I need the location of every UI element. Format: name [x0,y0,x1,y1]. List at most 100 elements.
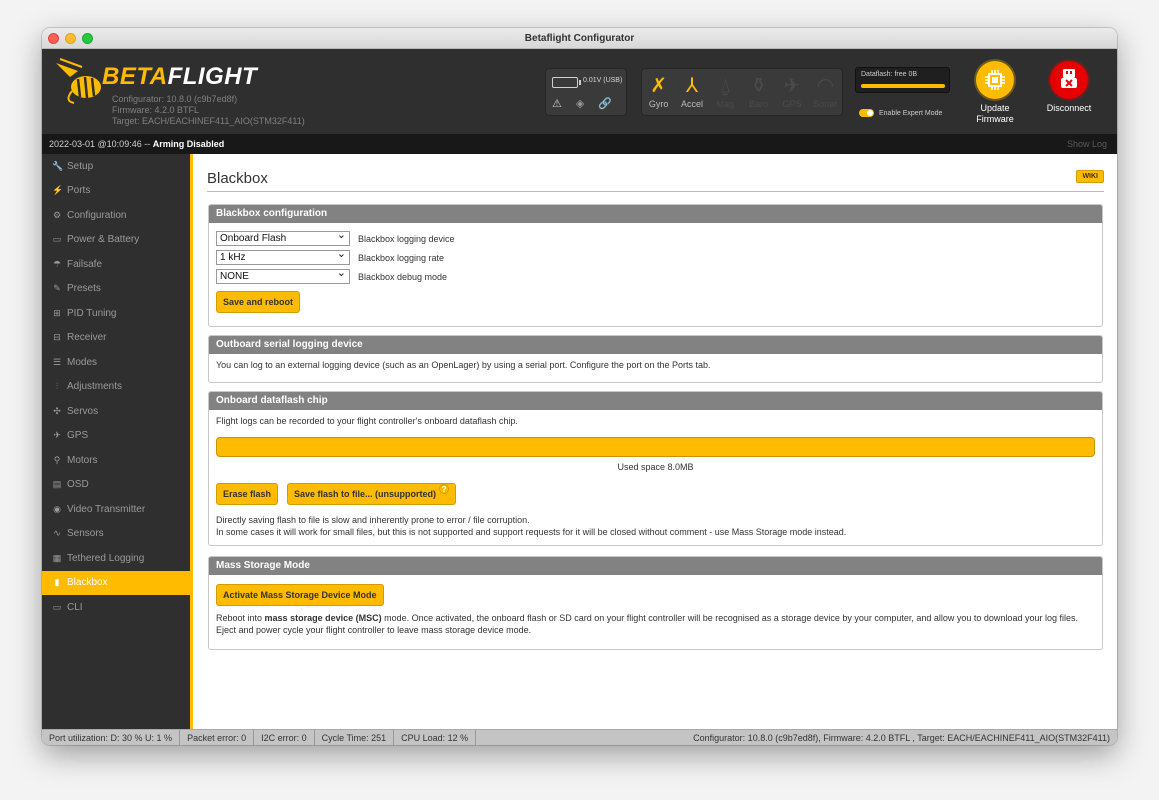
sidebar-item-configuration[interactable]: ⚙ Configuration [42,203,190,228]
logging-rate-label: Blackbox logging rate [358,252,445,263]
brand-name: BETAFLIGHT [102,63,257,91]
sidebar-item-adjustments[interactable]: ⫶ Adjustments [42,375,190,400]
dataflash-indicator: Dataflash: free 0B [855,67,950,93]
sidebar-item-label: CLI [67,601,83,613]
logging-device-select[interactable]: Onboard Flash [216,229,350,246]
cycle-time: Cycle Time: 251 [315,730,395,745]
dataflash-panel: Onboard dataflash chip Flight logs can b… [208,391,1103,546]
version-string: Configurator: 10.8.0 (c9b7ed8f), Firmwar… [693,733,1110,743]
sidebar-item-modes[interactable]: ☰ Modes [42,350,190,375]
sidebar-item-power-battery[interactable]: ▭ Power & Battery [42,228,190,253]
debug-mode-select[interactable]: NONE [216,267,350,284]
window-title: Betaflight Configurator [524,32,635,44]
sidebar-item-label: Configuration [67,209,127,221]
sensor-sonar: ◠ Sonar [810,73,840,109]
wiki-button[interactable]: WIKI [1076,170,1104,183]
flash-note-2: In some cases it will work for small fil… [216,527,847,537]
sidebar-item-label: Sensors [67,528,104,540]
sidebar-item-label: Receiver [67,332,107,344]
debug-mode-row: NONE Blackbox debug mode [216,267,1095,286]
minimize-window-button[interactable] [65,33,76,44]
close-window-button[interactable] [48,33,59,44]
main-content: Blackbox WIKI Blackbox configuration Onb… [190,154,1117,729]
activate-msc-button[interactable]: Activate Mass Storage Device Mode [216,584,384,606]
chip-icon [976,61,1014,99]
sensor-gps: ✈ GPS [777,73,807,109]
sidebar-item-sensors[interactable]: ∿ Sensors [42,522,190,547]
target-board: Target: EACH/EACHINEF411_AIO(STM32F411) [112,116,305,126]
sidebar-item-failsafe[interactable]: ☂ Failsafe [42,252,190,277]
accel-icon: ⅄ [685,75,699,97]
sidebar-item-video-transmitter[interactable]: ◉ Video Transmitter [42,497,190,522]
msc-text-bold: mass storage device (MSC) [264,613,382,623]
servo-icon: ✣ [53,405,61,416]
wrench-icon: 🔧 [52,160,64,171]
link-icon: 🔗 [598,98,613,110]
port-utilization: Port utilization: D: 30 % U: 1 % [42,730,181,745]
sidebar-item-label: Tethered Logging [67,552,145,564]
sidebar-item-blackbox[interactable]: ▮ Blackbox [42,570,190,595]
sensor-label: Sonar [813,99,838,109]
parachute-icon: ☂ [52,258,62,269]
panel-header: Outboard serial logging device [209,336,1102,354]
status-icons: ⚠ ◈ 🔗 [552,97,612,110]
maximize-window-button[interactable] [82,33,93,44]
mass-storage-panel: Mass Storage Mode Activate Mass Storage … [208,556,1103,650]
update-label-1: Update [980,103,1010,113]
sidebar-item-label: Servos [67,405,99,417]
dataflash-usage-bar [861,84,945,88]
sidebar-item-osd[interactable]: ▤ OSD [42,473,190,498]
blackbox-config-panel: Blackbox configuration Onboard Flash Bla… [208,204,1103,327]
panel-header: Blackbox configuration [209,205,1102,223]
toggle-switch[interactable] [859,109,874,117]
sensor-indicators: ✗ Gyro ⅄ Accel ⍙ Mag ⚱ Baro ✈ GPS ◠ Sonar [641,68,843,116]
sidebar-item-cli[interactable]: ▭ CLI [42,595,190,620]
version-info: Configurator: 10.8.0 (c9b7ed8f) Firmware… [112,94,305,127]
motor-icon: ⚲ [53,454,61,465]
update-label-2: Firmware [976,114,1014,124]
save-and-reboot-button[interactable]: Save and reboot [216,291,301,313]
dataflash-label: Dataflash: free 0B [861,71,918,78]
pulse-icon: ∿ [53,528,61,539]
logging-rate-select[interactable]: 1 kHz [216,248,350,265]
sidebar-item-tethered-logging[interactable]: ▦ Tethered Logging [42,546,190,571]
sidebar-item-presets[interactable]: ✎ Presets [42,277,190,302]
page-title: Blackbox [207,170,268,187]
outboard-logging-panel: Outboard serial logging device You can l… [208,335,1103,383]
save-flash-button[interactable]: Save flash to file... (unsupported)? [287,483,457,505]
sensor-baro: ⚱ Baro [744,73,774,109]
sidebar-item-pid-tuning[interactable]: ⊞ PID Tuning [42,301,190,326]
osd-icon: ▤ [52,479,62,490]
dataflash-description: Flight logs can be recorded to your flig… [216,416,518,426]
app-window: Betaflight Configurator BETAFLIGHT Confi… [42,28,1117,745]
flash-usage-bar [216,437,1095,457]
sidebar-item-gps[interactable]: ✈ GPS [42,424,190,449]
status-bar: Port utilization: D: 30 % U: 1 % Packet … [42,729,1117,745]
show-log-link[interactable]: Show Log [1067,134,1107,154]
gear-icon: ⚙ [52,209,62,220]
expert-mode-toggle[interactable]: Enable Expert Mode [859,109,942,117]
sidebar-item-receiver[interactable]: ⊟ Receiver [42,326,190,351]
bee-logo-icon [56,58,101,104]
sidebar-item-ports[interactable]: ⚡ Ports [42,179,190,204]
sidebar-item-label: Modes [67,356,98,368]
help-icon[interactable]: ? [439,484,450,494]
logging-device-row: Onboard Flash Blackbox logging device [216,229,1095,248]
sidebar-item-setup[interactable]: 🔧 Setup [42,154,190,179]
panel-body: Activate Mass Storage Device Mode Reboot… [209,575,1102,642]
firmware-version: Firmware: 4.2.0 BTFL [112,105,200,115]
usb-plug-icon [1050,61,1088,99]
disconnect-button[interactable]: Disconnect [1034,61,1104,114]
app-header: BETAFLIGHT Configurator: 10.8.0 (c9b7ed8… [42,49,1117,134]
sensor-gyro: ✗ Gyro [644,73,674,109]
sensor-label: GPS [782,99,802,109]
antenna-icon: ◉ [53,503,61,514]
sidebar-item-label: Blackbox [67,577,108,589]
disconnect-label: Disconnect [1046,103,1092,113]
brand-part-beta: BETA [102,63,168,90]
update-firmware-button[interactable]: Update Firmware [960,61,1030,125]
sidebar-item-servos[interactable]: ✣ Servos [42,399,190,424]
gps-icon: ✈ [783,75,801,97]
erase-flash-button[interactable]: Erase flash [216,483,279,505]
sidebar-item-motors[interactable]: ⚲ Motors [42,448,190,473]
